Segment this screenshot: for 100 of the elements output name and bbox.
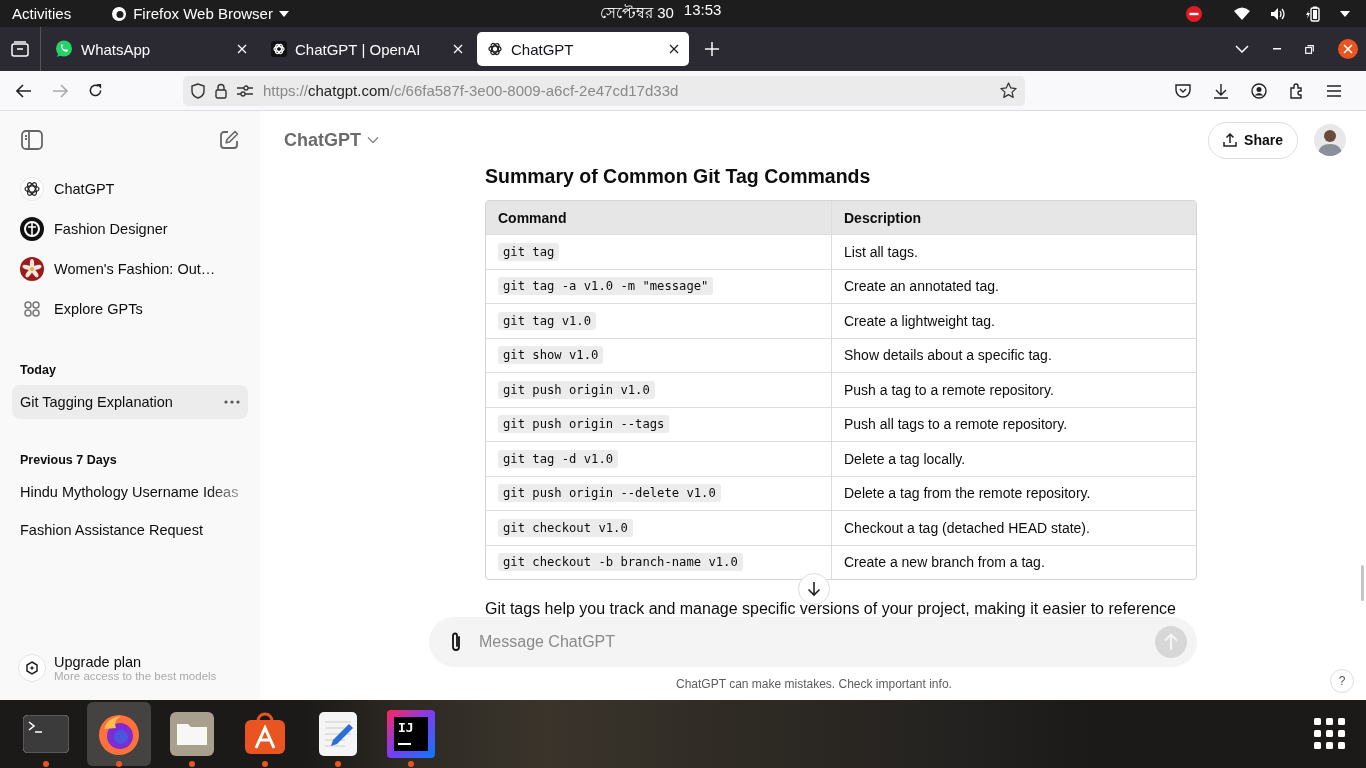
sidebar-item[interactable]: Women's Fashion: Out… <box>12 249 248 289</box>
folder-icon <box>170 712 214 756</box>
reload-icon[interactable] <box>88 83 103 98</box>
sidebar-item[interactable]: ChatGPT <box>12 169 248 209</box>
sidebar-item[interactable]: Explore GPTs <box>12 289 248 329</box>
table-cell: Create an annotated tag. <box>844 278 999 295</box>
knot-logo-icon <box>487 41 503 57</box>
code-cell: git tag -a v1.0 -m "message" <box>498 277 714 296</box>
caret-icon <box>278 10 289 17</box>
new-tab-icon[interactable] <box>705 42 719 56</box>
arrow-down-icon <box>807 581 821 597</box>
table-cell: List all tags. <box>844 243 918 260</box>
table-cell: Push all tags to a remote repository. <box>844 416 1068 433</box>
section-heading: Previous 7 Days <box>19 452 118 469</box>
column-header: Description <box>843 208 922 228</box>
puzzle-icon[interactable] <box>1289 82 1305 99</box>
back-icon[interactable] <box>16 83 32 98</box>
dock-app[interactable]: IJ <box>379 702 443 766</box>
date-label[interactable]: সেপ্টেম্বর 30 <box>600 1 674 26</box>
code-cell: git tag -d v1.0 <box>498 449 619 468</box>
shopping-bag-icon <box>243 712 287 756</box>
code-cell: git tag <box>498 242 560 261</box>
caret-icon[interactable] <box>1340 10 1350 17</box>
section-heading: Summary of Common Git Tag Commands <box>485 169 872 188</box>
code-cell: git checkout v1.0 <box>498 518 633 537</box>
running-indicator <box>43 761 49 767</box>
paperclip-icon[interactable] <box>449 631 463 653</box>
message-field[interactable]: Message ChatGPT <box>477 632 1141 652</box>
avatar-icon[interactable] <box>1314 124 1346 156</box>
time-label[interactable]: 13:53 <box>683 1 722 26</box>
running-indicator <box>189 761 195 767</box>
chat-bubble-icon <box>55 40 73 58</box>
table-cell: Delete a tag from the remote repository. <box>844 485 1091 502</box>
table-cell: Checkout a tag (detached HEAD state). <box>844 519 1090 536</box>
sliders-icon[interactable] <box>237 84 253 97</box>
column-header: Command <box>486 201 832 234</box>
chevron-down-icon[interactable] <box>1235 45 1249 53</box>
minimize-icon[interactable] <box>1273 48 1281 50</box>
running-indicator <box>116 761 122 767</box>
download-icon[interactable] <box>1213 82 1229 99</box>
more-icon[interactable] <box>224 400 240 404</box>
help-button[interactable]: ? <box>1330 669 1354 693</box>
address-bar[interactable]: https://chatgpt.com/c/66fa587f-3e00-8009-a6cf-2e47cd17d33d <box>183 75 1025 106</box>
ide-logo-icon: IJ <box>387 710 435 758</box>
close-icon[interactable] <box>1338 39 1358 59</box>
text-editor-icon <box>319 712 357 756</box>
code-cell: git show v1.0 <box>498 346 604 365</box>
upgrade-plan-link[interactable]: Upgrade plan <box>54 654 217 670</box>
code-cell: git push origin v1.0 <box>498 380 655 399</box>
table-cell: Show details about a specific tag. <box>844 347 1052 364</box>
chat-item[interactable]: Hindu Mythology Username Ideas <box>12 475 248 509</box>
volume-icon[interactable] <box>1270 6 1286 21</box>
activities-button[interactable]: Activities <box>12 5 72 22</box>
code-cell: git push origin --tags <box>498 415 670 434</box>
table-cell: Create a new branch from a tag. <box>844 554 1045 571</box>
knot-logo-icon <box>20 177 44 201</box>
scrollbar-thumb[interactable] <box>1361 565 1364 601</box>
wifi-icon[interactable] <box>1234 6 1250 21</box>
menu-icon[interactable] <box>1327 84 1341 97</box>
table-cell: Delete a tag locally. <box>844 450 966 467</box>
terminal-icon <box>23 715 69 753</box>
do-not-disturb-icon[interactable] <box>1186 5 1202 22</box>
emblem-icon <box>20 217 44 241</box>
running-indicator <box>335 761 341 767</box>
sidebar-toggle-icon[interactable] <box>21 130 43 150</box>
share-button[interactable]: Share <box>1208 121 1298 159</box>
sparkle-icon <box>18 654 46 682</box>
running-indicator <box>262 761 268 767</box>
tab-overview-icon[interactable] <box>11 41 29 57</box>
knot-logo-icon <box>271 41 287 57</box>
chat-item[interactable]: Fashion Assistance Request <box>12 513 248 547</box>
running-indicator <box>408 761 414 767</box>
answer-paragraph: Git tags help you track and manage specific versions of your project, making it easier to reference <box>485 600 1177 617</box>
disclaimer-text: ChatGPT can make mistakes. Check important info. <box>676 676 952 691</box>
app-menu-label[interactable]: Firefox Web Browser <box>133 5 273 22</box>
message-box[interactable]: Message ChatGPT <box>429 617 1197 667</box>
code-cell: git push origin --delete v1.0 <box>498 484 721 503</box>
new-chat-icon[interactable] <box>219 130 239 150</box>
browser-tab[interactable]: WhatsApp <box>45 32 257 66</box>
chevron-down-icon <box>367 136 379 144</box>
flower-icon <box>20 257 44 281</box>
star-icon[interactable] <box>1000 82 1017 99</box>
table-cell: Create a lightweight tag. <box>844 312 995 329</box>
close-icon[interactable] <box>669 44 679 54</box>
lock-icon[interactable] <box>215 82 227 99</box>
firefox-icon <box>111 5 128 22</box>
account-icon[interactable] <box>1251 82 1267 99</box>
restore-icon[interactable] <box>1305 44 1314 54</box>
chat-item[interactable]: Git Tagging Explanation <box>12 385 248 419</box>
code-cell: git tag v1.0 <box>498 311 597 330</box>
shield-icon[interactable] <box>191 82 205 99</box>
app-grid-icon[interactable] <box>1314 718 1346 750</box>
battery-icon[interactable] <box>1306 5 1320 22</box>
browser-tab[interactable]: ChatGPT | OpenAI <box>261 32 473 66</box>
pocket-icon[interactable] <box>1175 83 1191 98</box>
sidebar-item[interactable]: Fashion Designer <box>12 209 248 249</box>
model-selector[interactable]: ChatGPT <box>284 129 379 151</box>
code-cell: git checkout -b branch-name v1.0 <box>498 553 743 572</box>
table-cell: Push a tag to a remote repository. <box>844 381 1054 398</box>
browser-tab[interactable]: ChatGPT <box>477 32 689 66</box>
